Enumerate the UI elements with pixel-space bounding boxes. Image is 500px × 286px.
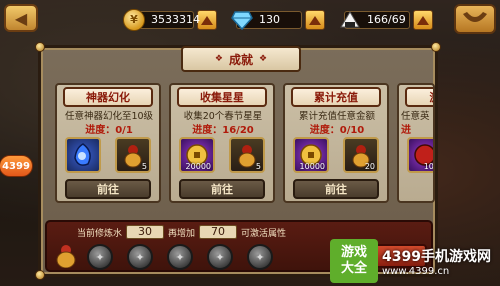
- panel-title: 成就: [181, 46, 301, 72]
- coin-icon: ¥: [123, 9, 145, 31]
- card-title: 累计充值: [291, 87, 381, 107]
- go-button[interactable]: 前往: [179, 179, 265, 199]
- panel-corner-rivet: [35, 270, 45, 280]
- watermark: 游戏 大全 4399手机游戏网 www.4399.cn: [330, 236, 500, 286]
- reward-slot[interactable]: 100: [407, 137, 434, 173]
- card-title: 神器幻化: [63, 87, 153, 107]
- card-progress: 进: [401, 125, 411, 136]
- boomerang-menu-button[interactable]: [454, 4, 496, 34]
- up-arrow-icon: [417, 15, 429, 25]
- card-description: 累计充值任意金额: [298, 111, 375, 122]
- add-rice-button[interactable]: [413, 10, 433, 30]
- activate-label: 可激活属性: [241, 228, 287, 239]
- achievement-card: 神器幻化 任意神器幻化至10级 进度：0/1 5 前往: [55, 83, 161, 203]
- card-title: 收集星星: [177, 87, 267, 107]
- watermark-logo-line2: 大全: [340, 261, 367, 276]
- reward-slot[interactable]: 10000: [293, 137, 329, 173]
- gem-value: 130: [259, 13, 280, 26]
- diamond-icon: [231, 9, 253, 31]
- medallion-icon[interactable]: ✦: [87, 244, 113, 270]
- card-title: 激: [405, 87, 433, 107]
- up-arrow-icon: [309, 15, 321, 25]
- cultivation-info: 当前修炼水 30 再增加 70 可激活属性: [77, 225, 286, 239]
- side-4399-badge[interactable]: 4399: [0, 155, 33, 177]
- gourd-icon: [238, 145, 256, 168]
- achievement-card: 激 任意英 进 100: [397, 83, 435, 203]
- panel-corner-rivet: [431, 42, 441, 52]
- top-resource-bar: ◀ ¥ 3533314 130 166/69: [0, 4, 500, 34]
- gourd-icon: [56, 245, 76, 268]
- add-coin-button[interactable]: [197, 10, 217, 30]
- reward-quantity: 20: [364, 162, 375, 171]
- rice-counter: 166/69: [340, 9, 433, 31]
- card-description: 任意英: [401, 111, 430, 122]
- go-button[interactable]: 前往: [293, 179, 379, 199]
- card-description: 任意神器幻化至10级: [64, 111, 154, 122]
- current-value: 30: [126, 225, 165, 239]
- reward-quantity: 5: [255, 162, 261, 171]
- panel-title-text: 成就: [228, 52, 253, 67]
- card-description: 收集20个春节星星: [183, 111, 263, 122]
- gem-counter: 130: [231, 9, 325, 31]
- watermark-url: www.4399.cn: [382, 265, 450, 277]
- panel-corner-rivet: [35, 42, 45, 52]
- achievement-card: 累计充值 累计充值任意金额 进度：0/10 10000 20 前往: [283, 83, 389, 203]
- coin-value: 3533314: [151, 13, 200, 26]
- reward-slot[interactable]: 20: [343, 137, 379, 173]
- reward-quantity: 20000: [185, 162, 211, 171]
- current-label: 当前修炼水: [77, 228, 123, 239]
- more-value: 70: [199, 225, 238, 239]
- medallion-icon[interactable]: ✦: [207, 244, 233, 270]
- achievement-card: 收集星星 收集20个春节星星 进度：16/20 20000 5 前往: [169, 83, 275, 203]
- rice-ball-icon: [339, 9, 361, 31]
- reward-quantity: 10000: [299, 162, 325, 171]
- card-progress: 进度：16/20: [192, 125, 254, 136]
- up-arrow-icon: [201, 15, 213, 25]
- reward-slot[interactable]: 5: [115, 137, 151, 173]
- rice-value: 166/69: [367, 13, 406, 26]
- gourd-icon: [124, 145, 142, 168]
- reward-quantity: 100: [423, 162, 434, 171]
- more-label: 再增加: [168, 228, 196, 239]
- reward-quantity: 5: [141, 162, 147, 171]
- card-progress: 进度：0/1: [85, 125, 133, 136]
- go-button[interactable]: 前往: [65, 179, 151, 199]
- reward-slot[interactable]: 5: [229, 137, 265, 173]
- medallion-icon[interactable]: ✦: [167, 244, 193, 270]
- watermark-title: 4399手机游戏网: [382, 248, 491, 265]
- back-button[interactable]: ◀: [4, 4, 38, 32]
- boomerang-icon: [463, 12, 487, 22]
- add-gem-button[interactable]: [305, 10, 325, 30]
- medallion-icon[interactable]: ✦: [127, 244, 153, 270]
- watermark-logo: 游戏 大全: [330, 239, 378, 283]
- blue-orb-icon: [74, 143, 91, 166]
- coin-counter: ¥ 3533314: [123, 9, 217, 31]
- reward-slot[interactable]: [65, 137, 101, 173]
- card-progress: 进度：0/10: [309, 125, 365, 136]
- reward-slot[interactable]: 20000: [179, 137, 215, 173]
- back-arrow-icon: ◀: [14, 8, 28, 28]
- medallion-icon[interactable]: ✦: [247, 244, 273, 270]
- watermark-logo-line1: 游戏: [340, 245, 367, 260]
- medallion-row: ✦ ✦ ✦ ✦ ✦: [87, 244, 273, 270]
